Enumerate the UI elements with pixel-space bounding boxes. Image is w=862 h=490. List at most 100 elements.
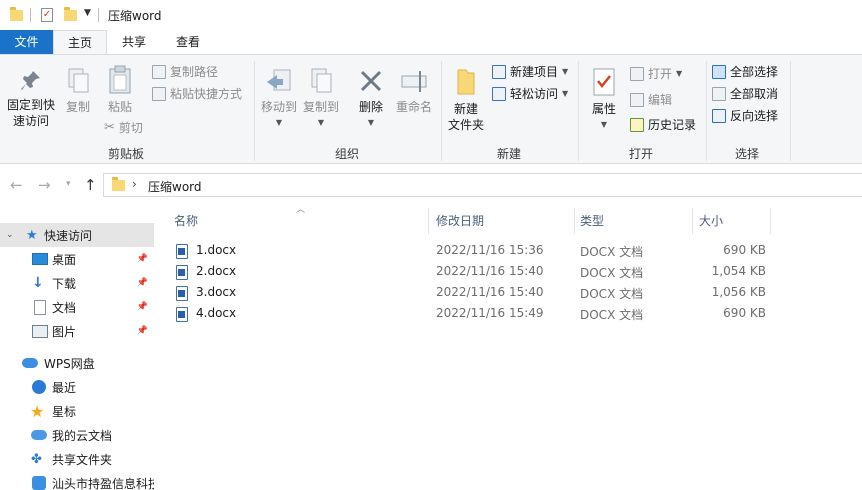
rename-icon [401, 71, 427, 92]
properties-check-icon[interactable]: ✓ [41, 8, 53, 22]
properties-button[interactable]: 属性 ▼ [584, 67, 624, 133]
sidebar-item-quick-access[interactable]: ⌄ ★ 快速访问 [0, 223, 154, 247]
title-bar: ✓ ▼ 压缩word [0, 0, 862, 30]
divider [790, 61, 791, 161]
new-folder-icon[interactable] [64, 7, 77, 21]
tab-home[interactable]: 主页 [53, 30, 107, 54]
picture-icon [32, 325, 48, 338]
desktop-icon [32, 253, 48, 265]
up-arrow-icon[interactable]: ↑ [84, 176, 97, 194]
column-divider[interactable] [574, 208, 575, 234]
copy-path-button[interactable]: 复制路径 [152, 63, 218, 81]
navigation-pane: ⌄ ★ 快速访问 桌面 📌 ↓ 下载 📌 文档 📌 图片 📌 WPS网盘 最近 … [0, 200, 156, 490]
star-icon: ★ [26, 227, 38, 243]
address-bar[interactable]: › 压缩word [103, 173, 862, 197]
ribbon-tabs: 文件 主页 共享 查看 [0, 30, 862, 54]
tab-share[interactable]: 共享 [107, 30, 161, 54]
delete-x-icon [360, 70, 382, 92]
pin-icon[interactable]: 📌 [137, 278, 148, 288]
easy-access-button[interactable]: 轻松访问 ▼ [492, 85, 568, 103]
file-row[interactable]: 3.docx 2022/11/16 15:40 DOCX 文档 1,056 KB [172, 283, 772, 304]
word-document-icon [176, 286, 188, 301]
select-all-button[interactable]: 全部选择 [712, 63, 778, 81]
paste-shortcut-icon [152, 87, 166, 101]
dropdown-caret-icon: ▼ [676, 69, 683, 78]
history-button[interactable]: 历史记录 [630, 116, 696, 134]
sidebar-item-organization[interactable]: 汕头市持盈信息科技 [0, 471, 154, 490]
sidebar-item-shared-folder[interactable]: ✤ 共享文件夹 [0, 447, 154, 471]
invert-selection-icon [712, 109, 726, 123]
paste-button[interactable]: 粘贴 [100, 65, 140, 115]
column-header-size[interactable]: 大小 [699, 210, 769, 232]
new-folder-icon [457, 69, 475, 95]
pin-icon[interactable]: 📌 [137, 254, 148, 264]
file-list: ︿ 名称 修改日期 类型 大小 1.docx 2022/11/16 15:36 … [156, 200, 862, 490]
file-row[interactable]: 1.docx 2022/11/16 15:36 DOCX 文档 690 KB [172, 241, 772, 262]
sidebar-item-downloads[interactable]: ↓ 下载 📌 [0, 271, 154, 295]
window-title: 压缩word [108, 9, 162, 23]
easy-access-icon [492, 87, 506, 101]
scissors-icon: ✂ [104, 120, 115, 135]
folder-icon[interactable] [10, 7, 23, 21]
copy-button[interactable]: 复制 [60, 67, 96, 115]
sidebar-item-starred[interactable]: ★ 星标 [0, 399, 154, 423]
divider [578, 61, 579, 161]
chevron-down-icon[interactable]: ⌄ [6, 230, 14, 240]
new-item-button[interactable]: 新建项目 ▼ [492, 63, 568, 81]
rename-button[interactable]: 重命名 [392, 67, 436, 115]
pin-icon [21, 71, 40, 90]
move-to-icon [267, 69, 291, 91]
pin-quick-access-button[interactable]: 固定到快 速访问 [4, 69, 58, 129]
recent-locations-icon[interactable]: ▾ [66, 179, 71, 189]
pin-icon[interactable]: 📌 [137, 302, 148, 312]
column-header-modified[interactable]: 修改日期 [436, 210, 574, 232]
group-label-select: 选择 [734, 147, 759, 161]
column-header-type[interactable]: 类型 [580, 210, 692, 232]
sidebar-item-recent[interactable]: 最近 [0, 375, 154, 399]
sidebar-item-wps-drive[interactable]: WPS网盘 [0, 351, 154, 375]
sidebar-item-my-cloud-docs[interactable]: 我的云文档 [0, 423, 154, 447]
tab-file[interactable]: 文件 [0, 30, 53, 54]
cloud-icon [22, 358, 38, 368]
ribbon: 固定到快 速访问 复制 粘贴 复制路径 粘贴快捷方式 ✂ 剪切 剪贴板 移动到 … [0, 54, 862, 164]
word-document-icon [176, 244, 188, 259]
navigation-bar: ← → ▾ ↑ › 压缩word [0, 170, 862, 200]
copy-to-button[interactable]: 复制到 ▼ [300, 67, 342, 131]
address-path: 压缩word [148, 180, 202, 194]
share-folder-icon: ✤ [31, 451, 42, 467]
open-icon [630, 67, 644, 81]
dropdown-caret-icon: ▼ [562, 89, 569, 98]
back-arrow-icon[interactable]: ← [10, 176, 23, 194]
new-folder-button[interactable]: 新建 文件夹 [444, 67, 488, 133]
sidebar-item-documents[interactable]: 文档 📌 [0, 295, 154, 319]
edit-button[interactable]: 编辑 [630, 91, 672, 109]
file-row[interactable]: 4.docx 2022/11/16 15:49 DOCX 文档 690 KB [172, 304, 772, 325]
column-divider[interactable] [770, 208, 771, 234]
column-header-name[interactable]: 名称 [174, 210, 429, 232]
dropdown-caret-icon: ▼ [367, 118, 375, 127]
paste-shortcut-button[interactable]: 粘贴快捷方式 [152, 85, 242, 103]
properties-icon [593, 68, 615, 96]
download-icon: ↓ [32, 275, 44, 291]
dropdown-caret-icon: ▼ [562, 67, 569, 76]
forward-arrow-icon[interactable]: → [38, 176, 51, 194]
tab-view[interactable]: 查看 [161, 30, 215, 54]
group-label-open: 打开 [628, 147, 653, 161]
group-label-organize: 组织 [334, 147, 359, 161]
select-none-button[interactable]: 全部取消 [712, 85, 778, 103]
column-divider[interactable] [692, 208, 693, 234]
invert-selection-button[interactable]: 反向选择 [712, 107, 778, 125]
file-row[interactable]: 2.docx 2022/11/16 15:40 DOCX 文档 1,054 KB [172, 262, 772, 283]
open-button[interactable]: 打开 ▼ [630, 65, 682, 83]
cut-button[interactable]: ✂ 剪切 [104, 119, 143, 137]
delete-button[interactable]: 删除 ▼ [352, 67, 390, 131]
customize-toolbar-icon[interactable]: ▼ [84, 8, 91, 18]
pin-icon[interactable]: 📌 [137, 326, 148, 336]
column-divider[interactable] [428, 208, 429, 234]
chevron-right-icon[interactable]: › [132, 177, 137, 191]
sidebar-item-desktop[interactable]: 桌面 📌 [0, 247, 154, 271]
move-to-button[interactable]: 移动到 ▼ [258, 67, 300, 131]
document-icon [34, 300, 46, 315]
copy-path-icon [152, 65, 166, 79]
sidebar-item-pictures[interactable]: 图片 📌 [0, 319, 154, 343]
